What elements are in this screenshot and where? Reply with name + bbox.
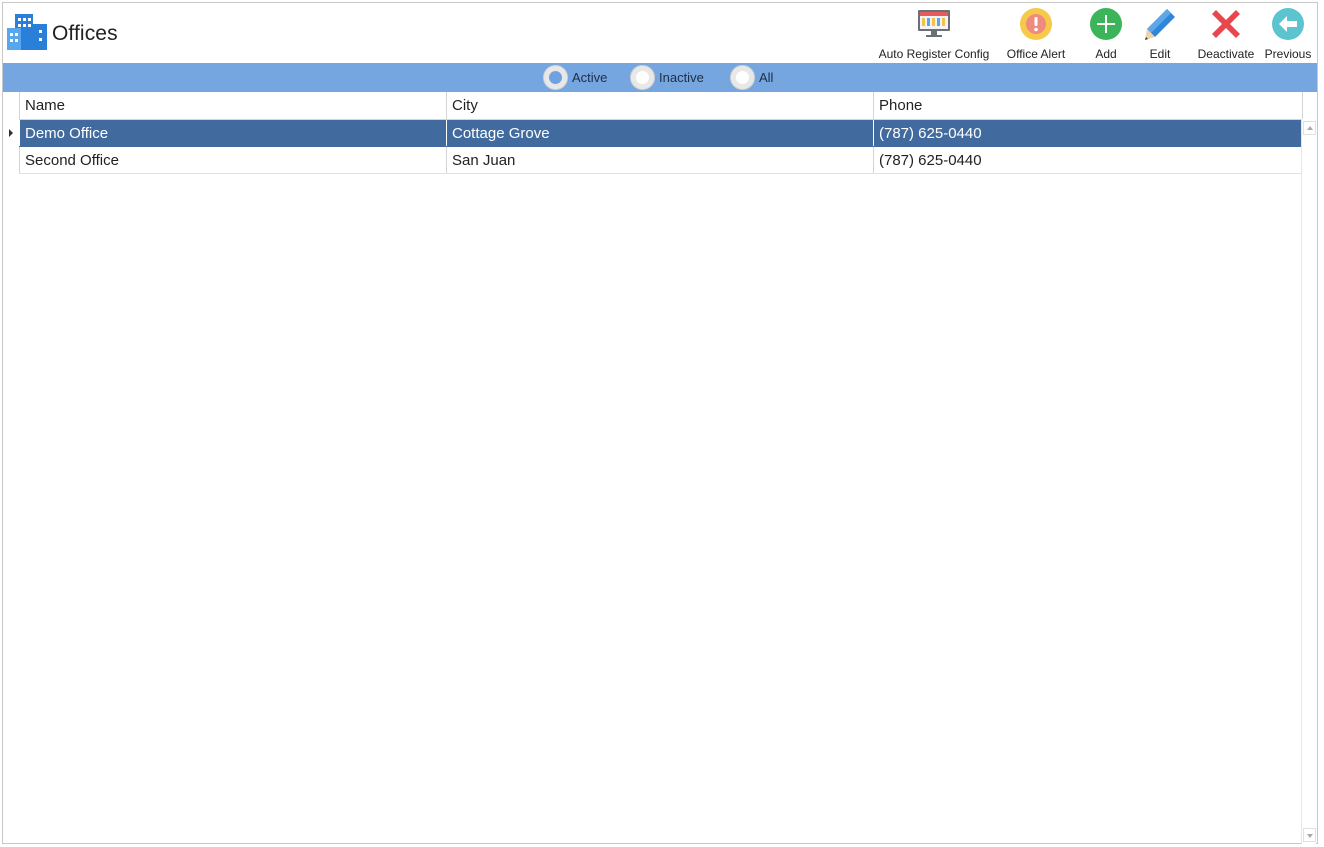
grid-header: Name City Phone [19, 92, 1302, 120]
radio-inactive-circle [630, 65, 655, 90]
radio-active-circle [543, 65, 568, 90]
table-row[interactable]: Demo Office Cottage Grove (787) 625-0440 [19, 120, 1302, 147]
current-row-indicator [9, 129, 13, 137]
pencil-icon [1145, 9, 1175, 40]
cell-phone: (787) 625-0440 [873, 147, 1302, 173]
cell-name: Demo Office [19, 120, 446, 146]
cell-name: Second Office [19, 147, 446, 173]
vertical-scrollbar[interactable] [1301, 119, 1316, 844]
previous-label: Previous [1264, 47, 1312, 61]
plus-circle-icon [1090, 8, 1122, 40]
scroll-up-button[interactable] [1303, 121, 1316, 135]
page-title: Offices [52, 22, 118, 45]
edit-button[interactable]: Edit [1135, 7, 1185, 61]
auto-register-config-label: Auto Register Config [878, 47, 990, 61]
offices-window: Offices Auto Register Config Office Aler… [2, 2, 1318, 844]
radio-inactive-label: Inactive [659, 70, 704, 85]
header: Offices Auto Register Config Office Aler… [3, 3, 1317, 63]
status-filter-bar: Active Inactive All [3, 63, 1317, 92]
red-x-icon [1212, 10, 1240, 38]
scroll-down-button[interactable] [1303, 828, 1316, 842]
monitor-config-icon [918, 10, 950, 37]
cell-city: San Juan [446, 147, 873, 173]
add-button[interactable]: Add [1081, 7, 1131, 61]
office-buildings-icon [7, 14, 47, 50]
back-arrow-icon [1272, 8, 1304, 40]
offices-grid: Name City Phone Demo Office Cottage Grov… [3, 92, 1317, 844]
alert-icon [1020, 8, 1052, 40]
column-header-city[interactable]: City [446, 92, 873, 119]
radio-active-label: Active [572, 70, 608, 85]
deactivate-label: Deactivate [1197, 47, 1255, 61]
cell-phone: (787) 625-0440 [873, 120, 1302, 146]
table-row[interactable]: Second Office San Juan (787) 625-0440 [19, 147, 1302, 174]
column-header-name[interactable]: Name [19, 92, 446, 119]
previous-button[interactable]: Previous [1259, 7, 1317, 61]
add-label: Add [1095, 47, 1117, 61]
column-header-phone[interactable]: Phone [873, 92, 1302, 119]
cell-city: Cottage Grove [446, 120, 873, 146]
auto-register-config-button[interactable]: Auto Register Config [877, 7, 991, 61]
office-alert-label: Office Alert [1006, 47, 1066, 61]
deactivate-button[interactable]: Deactivate [1193, 7, 1259, 61]
edit-label: Edit [1149, 47, 1171, 61]
header-right-border [1302, 92, 1303, 119]
office-alert-button[interactable]: Office Alert [1001, 7, 1071, 61]
radio-all-circle [730, 65, 755, 90]
radio-all-label: All [759, 70, 774, 85]
